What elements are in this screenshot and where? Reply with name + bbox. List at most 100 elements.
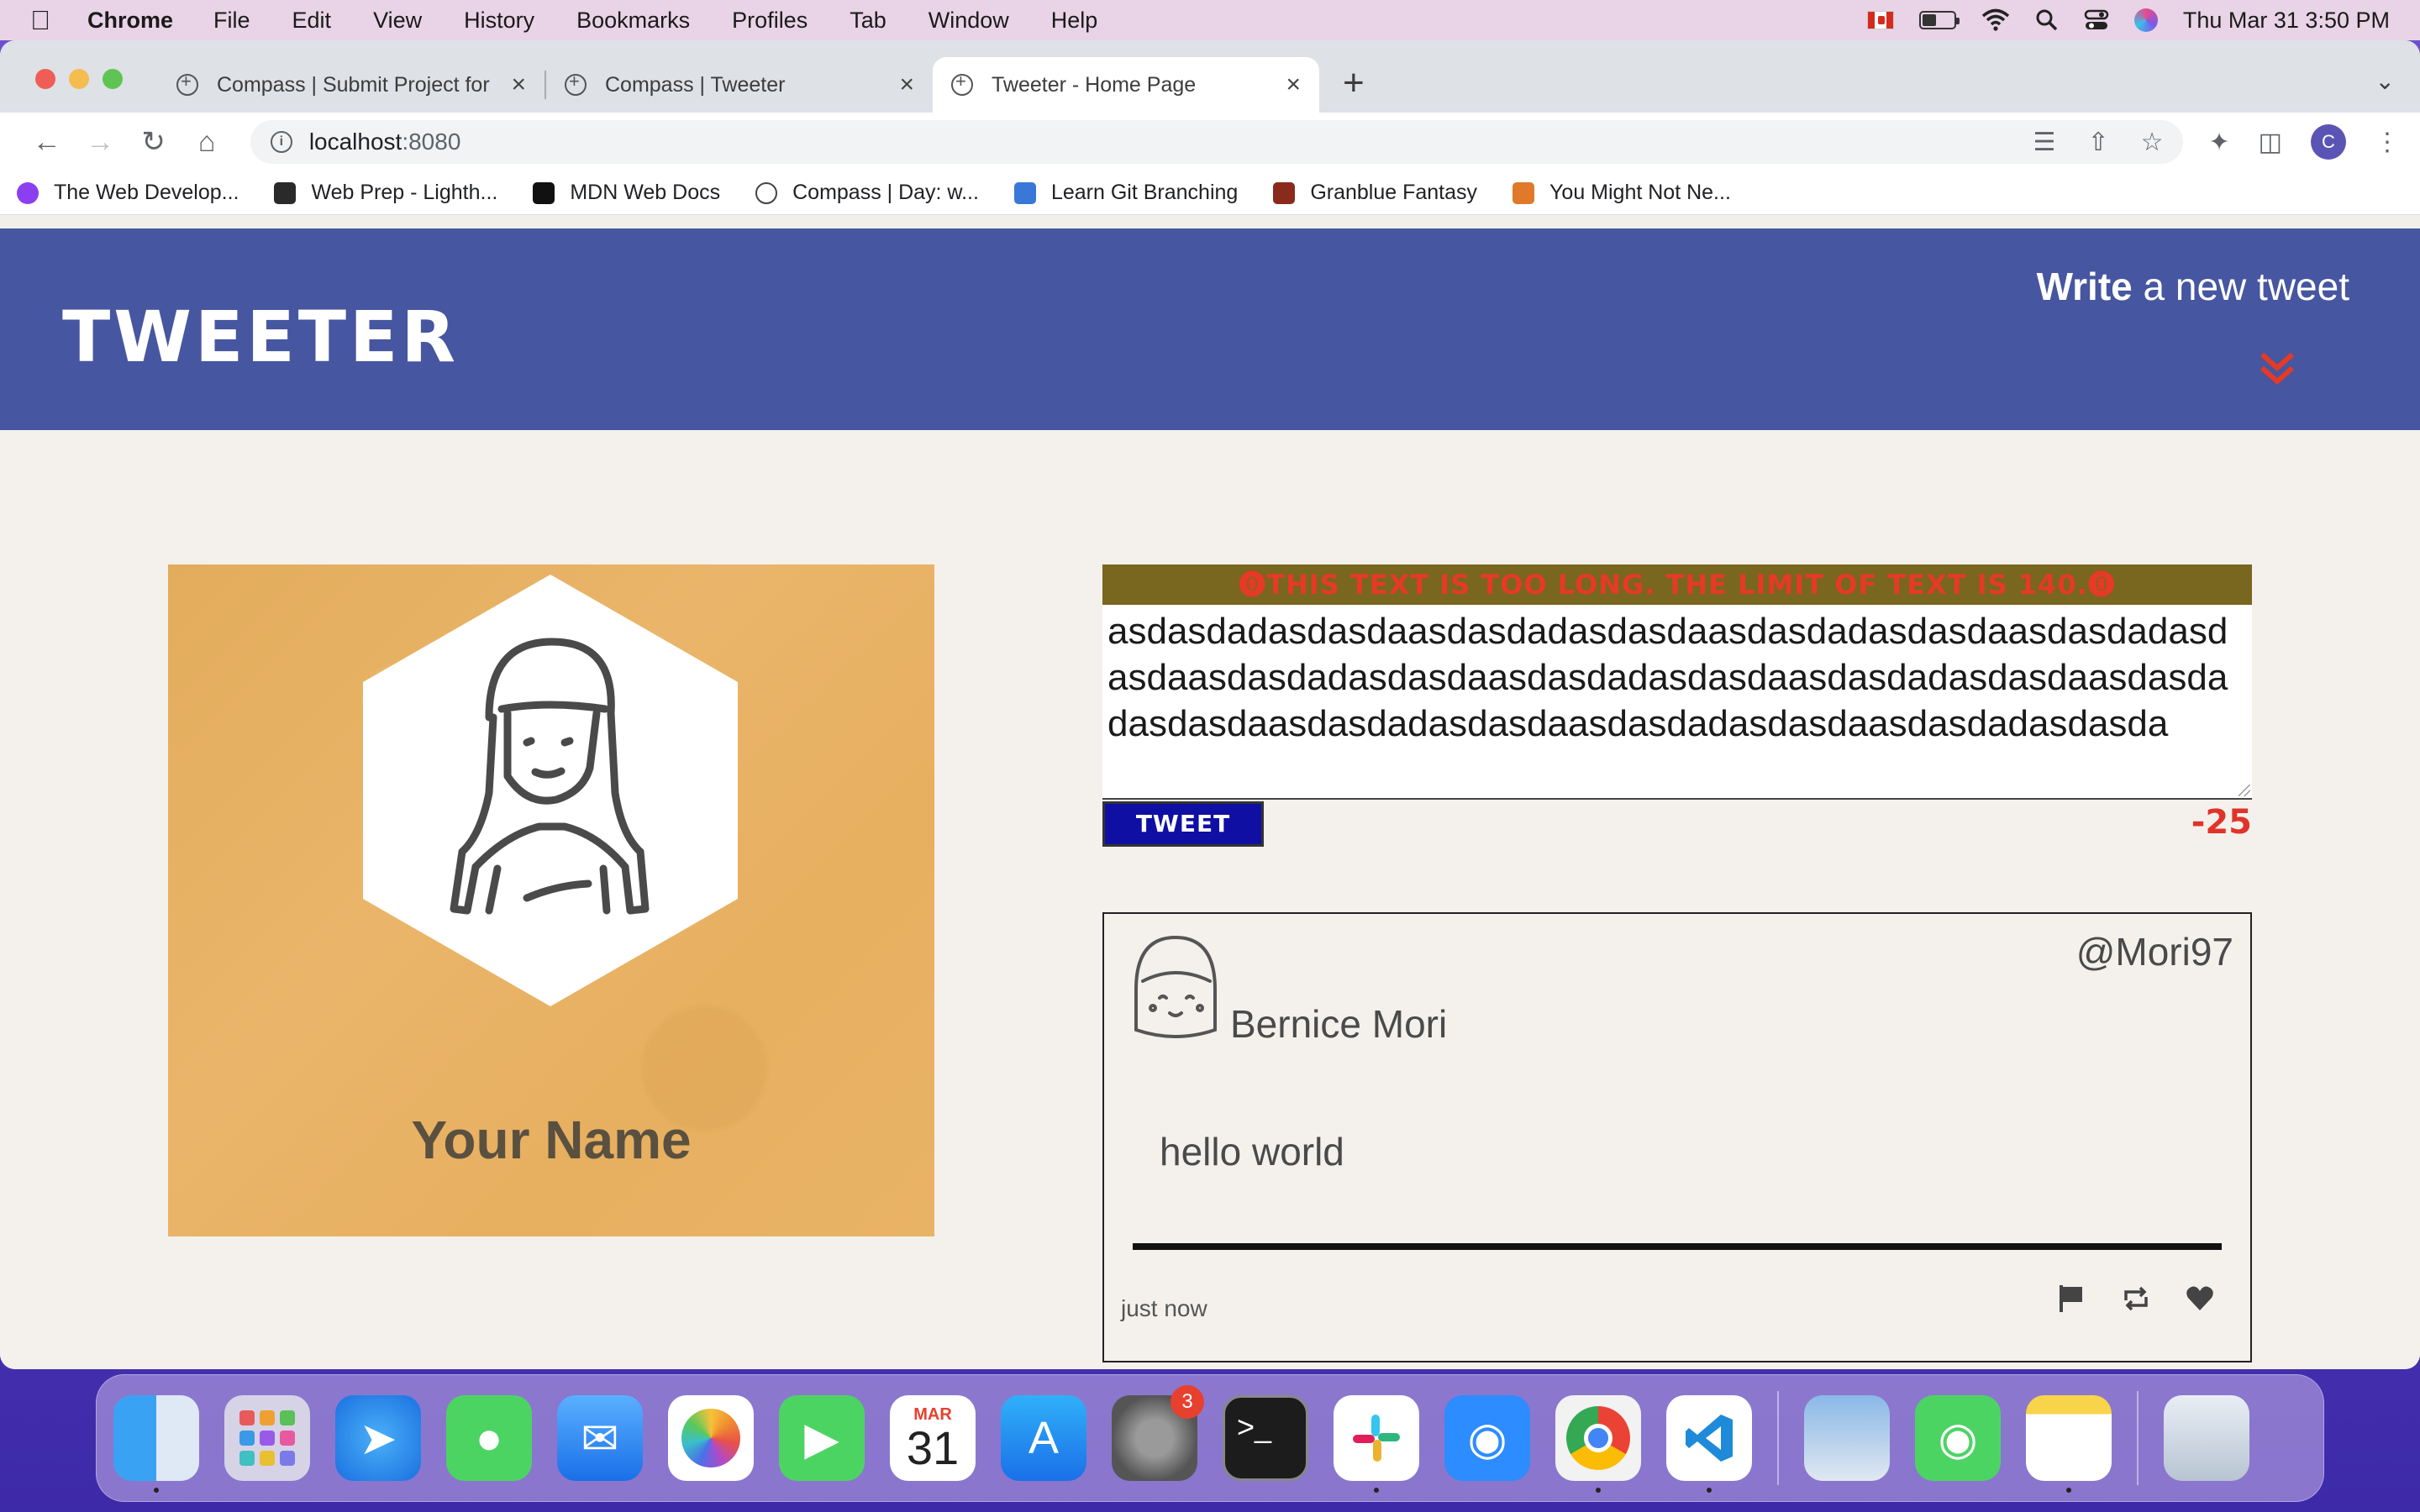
bookmark-label: Granblue Fantasy [1310, 181, 1478, 204]
menu-bookmarks[interactable]: Bookmarks [576, 8, 690, 34]
macos-dock: ➤ ● ✉ ▶ MAR 31 A 3 >_ ◉ ◉ [96, 1374, 2324, 1502]
menu-file[interactable]: File [213, 8, 250, 34]
vscode-logo-icon [1686, 1415, 1733, 1462]
bookmark-compass-day[interactable]: Compass | Day: w... [755, 181, 979, 205]
menu-edit[interactable]: Edit [292, 8, 332, 34]
slack-icon[interactable] [1334, 1395, 1419, 1493]
extensions-puzzle-icon[interactable]: ✦ [2208, 128, 2229, 157]
new-tweet-form: ⓿THIS TEXT IS TOO LONG. THE LIMIT OF TEX… [1102, 564, 2252, 847]
minimize-window-button[interactable] [69, 69, 89, 89]
bookmark-favicon-icon [17, 181, 39, 204]
share-icon[interactable]: ⇧ [2087, 128, 2108, 157]
tab-compass-submit[interactable]: Compass | Submit Project for E × [158, 57, 544, 113]
double-chevron-down-icon[interactable] [2259, 349, 2296, 386]
wifi-icon[interactable] [1981, 8, 2010, 32]
tweet-actions [2057, 1284, 2215, 1314]
tab-tweeter-home[interactable]: Tweeter - Home Page × [933, 57, 1319, 113]
terminal-icon[interactable]: >_ [1223, 1395, 1308, 1481]
menu-profiles[interactable]: Profiles [732, 8, 808, 34]
profile-avatar-hexagon [363, 575, 738, 1006]
battery-icon[interactable] [1918, 11, 1960, 29]
menu-tab[interactable]: Tab [850, 8, 886, 34]
bookmark-web-developer[interactable]: The Web Develop... [17, 181, 239, 205]
site-logo[interactable]: TWEETER [62, 296, 459, 378]
bookmark-granblue[interactable]: Granblue Fantasy [1273, 181, 1477, 205]
safari-icon[interactable]: ➤ [335, 1395, 421, 1481]
flag-icon[interactable] [2057, 1284, 2087, 1314]
home-icon[interactable]: ⌂ [180, 126, 233, 159]
profile-avatar[interactable]: C [2310, 124, 2346, 160]
menu-app-name[interactable]: Chrome [87, 8, 173, 34]
preview-icon[interactable] [1804, 1395, 1890, 1481]
bookmark-label: Web Prep - Lighth... [311, 181, 498, 204]
notes-icon[interactable] [2026, 1395, 2112, 1493]
close-tab-icon[interactable]: × [899, 71, 914, 99]
calendar-icon[interactable]: MAR 31 [890, 1395, 976, 1481]
menu-view[interactable]: View [373, 8, 422, 34]
bookmark-mdn[interactable]: MDN Web Docs [533, 181, 720, 205]
bookmark-learn-git[interactable]: Learn Git Branching [1013, 181, 1238, 205]
finder-icon[interactable] [113, 1395, 199, 1493]
side-panel-icon[interactable]: ◫ [2259, 128, 2282, 157]
messages-icon[interactable]: ● [446, 1395, 532, 1481]
retweet-icon[interactable] [2121, 1284, 2151, 1314]
tab-compass-tweeter[interactable]: Compass | Tweeter × [546, 57, 933, 113]
bookmark-favicon-icon [755, 181, 778, 204]
site-info-icon[interactable]: i [270, 131, 292, 153]
tab-title: Compass | Tweeter [605, 72, 786, 97]
reload-icon[interactable]: ↻ [127, 125, 180, 159]
bookmark-you-might-not-need[interactable]: You Might Not Ne... [1512, 181, 1731, 205]
tweet-timestamp: just now [1121, 1295, 1207, 1321]
trash-icon[interactable] [2164, 1395, 2249, 1481]
tab-search-chevron-icon[interactable]: ⌄ [2375, 67, 2395, 95]
wechat-icon[interactable]: ◉ [1915, 1395, 2001, 1481]
profile-card: Your Name [168, 564, 934, 1236]
new-tab-button[interactable]: + [1343, 62, 1365, 104]
compass-favicon-icon [176, 71, 198, 96]
chrome-menu-icon[interactable]: ⋮ [2375, 128, 2400, 157]
close-window-button[interactable] [35, 69, 55, 89]
address-bar[interactable]: i localhost:8080 ☰ ⇧ ☆ [250, 120, 2184, 164]
bookmark-star-icon[interactable]: ☆ [2141, 128, 2164, 157]
input-source-flag-icon[interactable] [1866, 11, 1894, 29]
menu-window[interactable]: Window [929, 8, 1009, 34]
zoom-window-button[interactable] [103, 69, 123, 89]
bookmark-favicon-icon [1512, 181, 1535, 204]
facetime-icon[interactable]: ▶ [779, 1395, 865, 1481]
bookmark-label: The Web Develop... [54, 181, 239, 204]
launchpad-icon[interactable] [224, 1395, 310, 1481]
bookmark-web-prep[interactable]: Web Prep - Lighth... [274, 181, 497, 205]
vscode-icon[interactable] [1666, 1395, 1752, 1493]
compass-favicon-icon [565, 71, 587, 96]
tab-strip: Compass | Submit Project for E × Compass… [0, 40, 2420, 113]
menu-bar-clock[interactable]: Thu Mar 31 3:50 PM [2183, 8, 2390, 34]
back-arrow-icon[interactable]: ← [20, 126, 73, 159]
zoom-icon[interactable]: ◉ [1444, 1395, 1530, 1481]
tweet-submit-button[interactable]: TWEET [1102, 801, 1264, 847]
write-new-tweet-toggle[interactable]: Write a new tweet [2037, 264, 2349, 309]
tweet-divider [1133, 1243, 2222, 1250]
apple-menu-icon[interactable]:  [30, 5, 64, 36]
tweet-textarea[interactable]: asdasdadasdasdaasdasdadasdasdaasdasdadas… [1102, 605, 2252, 800]
menu-history[interactable]: History [464, 8, 534, 34]
bookmarks-bar: The Web Develop... Web Prep - Lighth... … [0, 171, 2420, 215]
chrome-window: Compass | Submit Project for E × Compass… [0, 40, 2420, 1369]
window-controls [35, 69, 123, 89]
bookmark-favicon-icon [1273, 181, 1296, 204]
app-store-icon[interactable]: A [1001, 1395, 1086, 1481]
heart-icon[interactable] [2185, 1284, 2215, 1314]
user-avatar [1134, 935, 1217, 1038]
control-center-icon[interactable] [2084, 8, 2109, 32]
translate-icon[interactable]: ☰ [2033, 128, 2056, 157]
photos-icon[interactable] [668, 1395, 754, 1481]
write-label-rest: a new tweet [2132, 265, 2350, 308]
chrome-icon[interactable] [1555, 1395, 1641, 1493]
system-preferences-icon[interactable]: 3 [1112, 1385, 1204, 1481]
menu-help[interactable]: Help [1051, 8, 1098, 34]
close-tab-icon[interactable]: × [511, 71, 526, 99]
mail-icon[interactable]: ✉ [557, 1395, 643, 1481]
close-tab-icon[interactable]: × [1286, 71, 1301, 99]
forward-arrow-icon[interactable]: → [73, 126, 126, 159]
spotlight-search-icon[interactable] [2035, 8, 2059, 32]
siri-icon[interactable] [2133, 8, 2158, 32]
